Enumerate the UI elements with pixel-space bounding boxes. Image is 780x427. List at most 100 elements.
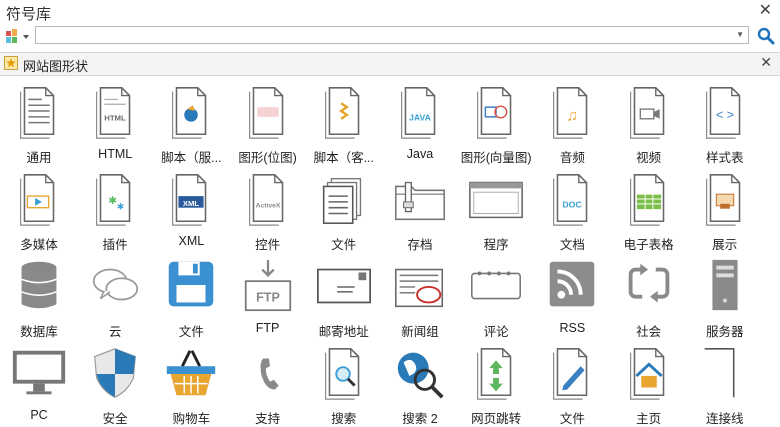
edit-file-icon	[553, 348, 588, 400]
shape-item[interactable]: JAVA Java	[382, 80, 458, 166]
client-script-icon	[324, 87, 360, 139]
library-menu-icon[interactable]	[4, 27, 32, 45]
plugin-icon: ✱ ✱	[96, 174, 131, 226]
close-icon[interactable]: ✕	[759, 2, 772, 20]
shape-item[interactable]: 电子表格	[611, 167, 687, 253]
shape-item[interactable]: 通用	[1, 80, 77, 166]
shape-label: 视频	[636, 151, 662, 165]
shape-label: 搜索 2	[402, 412, 438, 426]
shape-label: 邮寄地址	[318, 325, 369, 339]
shape-label: 图形(向量图)	[460, 151, 532, 165]
shape-item[interactable]: 程序	[458, 167, 534, 253]
shape-label: 控件	[255, 238, 281, 252]
shape-label: FTP	[255, 321, 280, 335]
close-library-icon[interactable]: ✕	[760, 54, 772, 71]
shape-item[interactable]: 服务器	[687, 254, 763, 340]
shape-label: 搜索	[331, 412, 357, 426]
shape-item[interactable]: 图形(向量图)	[458, 80, 534, 166]
search-row: ▼	[0, 24, 780, 48]
shape-item[interactable]: 搜索 2	[382, 341, 458, 427]
shape-label: 样式表	[706, 151, 744, 165]
shape-item[interactable]: 文件	[153, 254, 229, 340]
search-input[interactable]	[36, 27, 734, 43]
shape-label: 脚本（服...	[161, 151, 222, 165]
server-script-icon	[172, 87, 207, 139]
svg-text:< >: < >	[716, 108, 734, 122]
shape-item[interactable]: 展示	[687, 167, 763, 253]
svg-text:XML: XML	[183, 199, 200, 208]
svg-text:ActiveX: ActiveX	[255, 203, 280, 210]
shape-label: 文档	[559, 238, 585, 252]
server-tower-icon	[712, 259, 738, 311]
shape-item[interactable]: 网页跳转	[458, 341, 534, 427]
shape-label: 安全	[102, 412, 128, 426]
search-document-icon	[324, 348, 360, 400]
database-icon	[21, 261, 57, 309]
shape-item[interactable]: 存档	[382, 167, 458, 253]
ftp-icon: FTP	[244, 259, 291, 312]
shape-item[interactable]: 主页	[611, 341, 687, 427]
shape-item[interactable]: ♫ 音频	[534, 80, 610, 166]
doc-file-icon: DOC	[553, 174, 588, 226]
shape-item[interactable]: 邮寄地址	[306, 254, 382, 340]
shape-item[interactable]: 新闻组	[382, 254, 458, 340]
shape-label: XML	[178, 234, 205, 248]
shape-label: HTML	[98, 147, 133, 161]
shape-item[interactable]: 数据库	[1, 254, 77, 340]
shape-item[interactable]: < > 样式表	[687, 80, 763, 166]
shape-item[interactable]: ✱ ✱ 插件	[77, 167, 153, 253]
shape-item[interactable]: ActiveX 控件	[230, 167, 306, 253]
shape-label: RSS	[559, 321, 586, 335]
shape-item[interactable]: 社会	[611, 254, 687, 340]
search-field[interactable]: ▼	[35, 26, 749, 44]
shape-item[interactable]: 视频	[611, 80, 687, 166]
phone-handset-icon	[260, 358, 279, 390]
shape-item[interactable]: 安全	[77, 341, 153, 427]
search-icon[interactable]	[756, 26, 776, 46]
shape-label: 程序	[483, 238, 509, 252]
shape-label: 音频	[559, 151, 585, 165]
title-bar: 符号库 ✕	[0, 0, 780, 24]
connector-line-icon	[704, 348, 735, 398]
shape-label: 图形(位图)	[238, 151, 297, 165]
stylesheet-icon: < >	[705, 87, 741, 139]
shape-item[interactable]: 云	[77, 254, 153, 340]
html-file-icon: HTML	[96, 87, 131, 139]
shape-item[interactable]: DOC 文档	[534, 167, 610, 253]
shape-item[interactable]: XML XML	[153, 167, 229, 253]
multimedia-icon	[20, 174, 55, 226]
newsgroup-icon	[395, 268, 444, 308]
shape-label: 云	[108, 325, 122, 339]
shape-item[interactable]: HTML HTML	[77, 80, 153, 166]
shape-item[interactable]: 文件	[306, 167, 382, 253]
archive-folder-icon	[395, 181, 445, 221]
svg-text:JAVA: JAVA	[409, 113, 432, 123]
svg-text:DOC: DOC	[563, 200, 583, 210]
shape-label: 社会	[636, 325, 662, 339]
shape-label: 插件	[102, 238, 128, 252]
page-redirect-icon	[477, 348, 512, 400]
shape-item[interactable]: 搜索	[306, 341, 382, 427]
shape-item[interactable]: 评论	[458, 254, 534, 340]
program-window-icon	[469, 181, 524, 219]
shape-item[interactable]: FTP FTP	[230, 254, 306, 340]
shape-item[interactable]: PC	[1, 341, 77, 427]
monitor-icon	[12, 350, 66, 395]
window-title: 符号库	[6, 6, 52, 23]
shape-item[interactable]: 文件	[534, 341, 610, 427]
chevron-down-icon[interactable]: ▼	[736, 30, 744, 39]
library-header[interactable]: 网站图形状 ✕	[0, 52, 780, 76]
shape-item[interactable]: 多媒体	[1, 167, 77, 253]
presentation-icon	[705, 174, 741, 226]
shape-item[interactable]: 连接线	[687, 341, 763, 427]
shape-item[interactable]: 购物车	[153, 341, 229, 427]
shape-item[interactable]: 支持	[230, 341, 306, 427]
shape-item[interactable]: 脚本（服...	[153, 80, 229, 166]
shape-item[interactable]: RSS	[534, 254, 610, 340]
shape-item[interactable]: 脚本（客...	[306, 80, 382, 166]
shape-label: 连接线	[706, 412, 744, 426]
shape-label: 支持	[255, 412, 281, 426]
activex-icon: ActiveX	[248, 174, 283, 226]
java-file-icon: JAVA	[401, 87, 436, 139]
shape-item[interactable]: 图形(位图)	[230, 80, 306, 166]
